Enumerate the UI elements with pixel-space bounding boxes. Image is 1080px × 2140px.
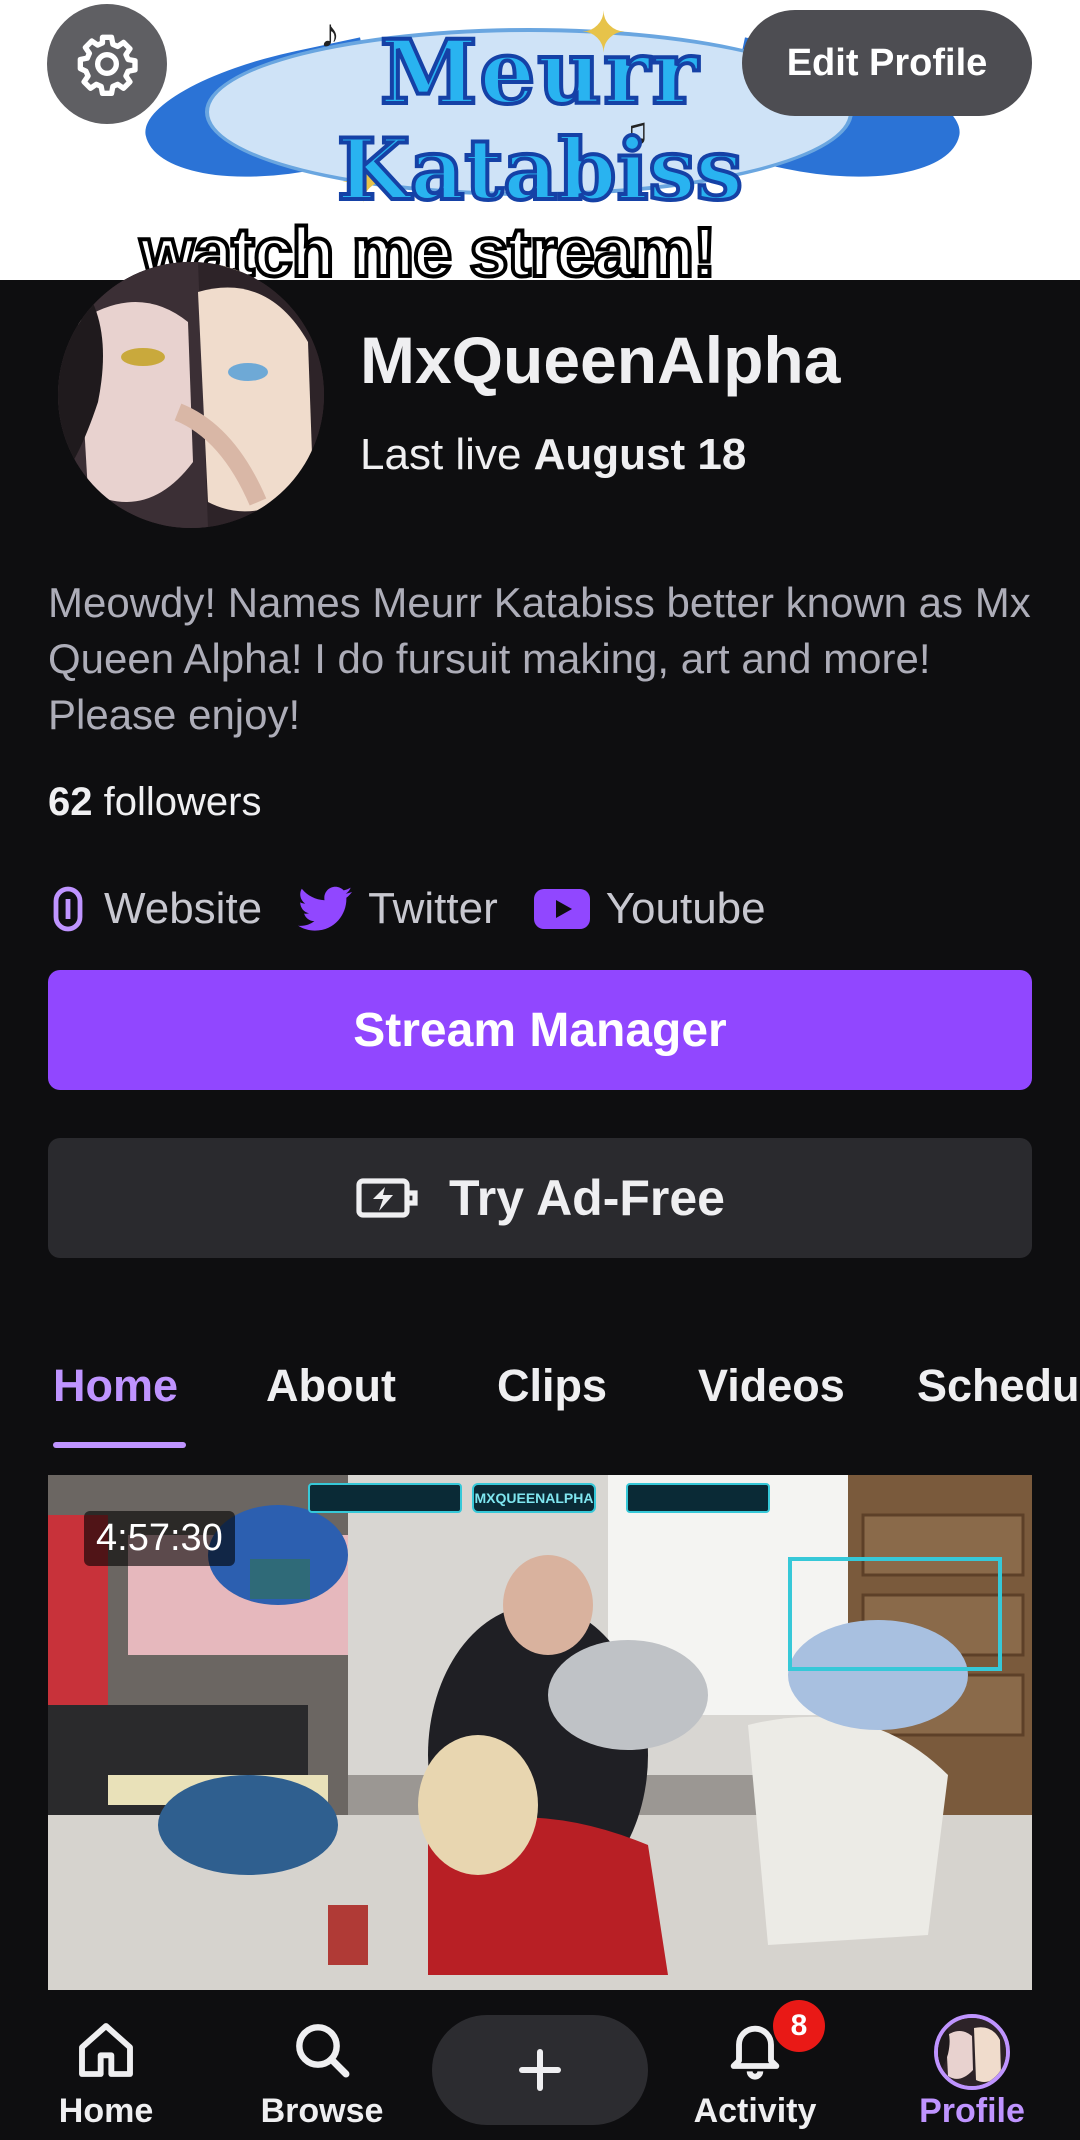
- home-icon: [79, 2023, 133, 2077]
- nav-browse[interactable]: Browse: [222, 1990, 422, 2140]
- last-live-prefix: Last live: [360, 430, 522, 479]
- profile-tabs: Home About Clips Videos Schedu: [0, 1350, 1080, 1450]
- followers-label: followers: [103, 780, 262, 824]
- youtube-link[interactable]: Youtube: [533, 884, 766, 934]
- nav-activity-label: Activity: [693, 2092, 817, 2130]
- website-link-label: Website: [104, 884, 263, 933]
- tab-videos[interactable]: Videos: [698, 1360, 845, 1412]
- twitter-icon: [298, 886, 353, 931]
- nav-profile[interactable]: Profile: [872, 1990, 1072, 2140]
- nav-browse-label: Browse: [260, 2092, 384, 2130]
- stream-overlay-box: [308, 1483, 462, 1513]
- stream-overlay-box: [626, 1483, 770, 1513]
- try-ad-free-button[interactable]: Try Ad-Free: [48, 1138, 1032, 1258]
- youtube-icon: [533, 889, 590, 929]
- video-thumbnail[interactable]: MXQUEENALPHA 4:57:30: [48, 1475, 1032, 1995]
- banner-logo-line2: Katabiss: [335, 118, 745, 221]
- twitter-link[interactable]: Twitter: [298, 884, 498, 934]
- last-live: Last live August 18: [360, 430, 746, 480]
- create-button[interactable]: [432, 2015, 648, 2125]
- tab-about[interactable]: About: [266, 1360, 396, 1412]
- profile-avatar-icon: [934, 2014, 1010, 2090]
- tab-home[interactable]: Home: [53, 1360, 178, 1412]
- settings-button[interactable]: [47, 4, 167, 124]
- stream-overlay-title: MXQUEENALPHA: [472, 1483, 596, 1513]
- youtube-link-label: Youtube: [605, 884, 766, 933]
- ad-free-icon: [356, 1178, 418, 1218]
- followers-number: 62: [48, 780, 93, 824]
- nav-home-label: Home: [58, 2092, 154, 2130]
- social-links: Website Twitter Youtube: [48, 884, 802, 934]
- bottom-nav: Home Browse Activity Profile: [0, 1990, 1080, 2140]
- followers-count: 62 followers: [48, 780, 261, 825]
- nav-activity[interactable]: Activity: [655, 1990, 855, 2140]
- video-duration: 4:57:30: [84, 1511, 235, 1566]
- edit-profile-button[interactable]: Edit Profile: [742, 10, 1032, 116]
- search-icon: [296, 2024, 350, 2078]
- tab-clips[interactable]: Clips: [497, 1360, 607, 1412]
- activity-badge: 8: [773, 2000, 825, 2052]
- active-tab-indicator: [53, 1442, 186, 1448]
- avatar[interactable]: [58, 262, 324, 528]
- stream-manager-button[interactable]: Stream Manager: [48, 970, 1032, 1090]
- try-ad-free-label: Try Ad-Free: [448, 1170, 725, 1226]
- avatar-image: [58, 262, 324, 528]
- last-live-date: August 18: [533, 430, 747, 479]
- website-link[interactable]: Website: [48, 884, 262, 934]
- tab-schedule[interactable]: Schedu: [917, 1360, 1080, 1412]
- gear-icon: [77, 34, 138, 96]
- channel-bio: Meowdy! Names Meurr Katabiss better know…: [48, 579, 1031, 738]
- link-icon: [53, 886, 83, 932]
- plus-icon: [519, 2049, 561, 2091]
- twitter-link-label: Twitter: [368, 884, 498, 933]
- nav-home[interactable]: Home: [6, 1990, 206, 2140]
- nav-profile-label: Profile: [919, 2092, 1025, 2130]
- channel-name: MxQueenAlpha: [360, 323, 841, 397]
